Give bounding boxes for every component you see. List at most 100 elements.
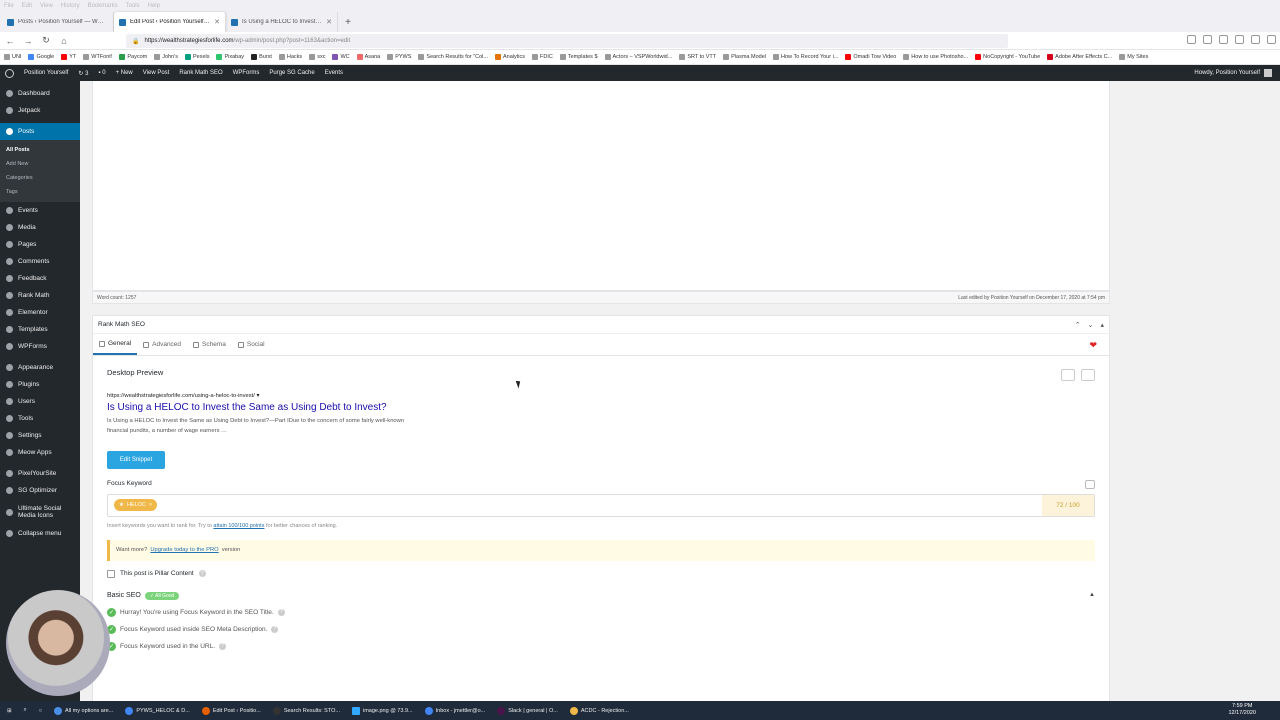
post-editor-area[interactable] [92,81,1110,291]
remove-keyword-icon[interactable]: × [149,502,152,508]
help-icon[interactable]: ? [198,570,206,578]
system-clock[interactable]: 7:59 PM 12/17/2020 [1228,703,1256,717]
sidebar-item-tools[interactable]: Tools [0,410,80,427]
tab-edit-post[interactable]: Edit Post ‹ Position Yourself… ✕ [114,12,226,32]
events-link[interactable]: Events [325,70,343,76]
wordpress-logo-icon[interactable] [5,68,14,78]
bookmark-item[interactable]: Burst [251,54,272,60]
bookmark-item[interactable]: WC [332,54,350,60]
sidebar-item-sg-optimizer[interactable]: SG Optimizer [0,482,80,499]
sidebar-item-elementor[interactable]: Elementor [0,304,80,321]
bookmark-item[interactable]: Pexels [184,54,209,60]
taskbar-item[interactable]: Search Results: STO... [270,703,343,718]
menu-edit[interactable]: Edit [22,3,32,9]
tab-posts[interactable]: Posts ‹ Position Yourself — W… [2,12,114,32]
url-bar[interactable]: 🔒 https://wealthstrategiesforlife.com/wp… [126,34,1008,48]
bookmark-item[interactable]: Hacks [278,54,302,60]
menu-tools[interactable]: Tools [126,3,140,9]
bookmark-item[interactable]: SRT to VTT [679,54,716,60]
rank-math-link[interactable]: Rank Math SEO [179,70,222,76]
sidebar-icon[interactable] [1203,35,1212,44]
menu-icon[interactable] [1267,35,1276,44]
sidebar-item-settings[interactable]: Settings [0,427,80,444]
toggle-panel-icon[interactable]: ▴ [1100,321,1104,329]
search-icon[interactable]: ⌕ [21,703,30,718]
bookmark-item[interactable]: Omadi Tow Video [845,54,896,60]
trends-icon[interactable] [1085,479,1095,489]
bookmark-item[interactable]: Paycom [119,54,147,60]
close-tab-icon[interactable]: ✕ [326,18,332,26]
bookmark-item[interactable]: My Sites [1119,54,1148,60]
menu-view[interactable]: View [40,3,53,9]
focus-keyword-input[interactable]: ★ HELOC × 72 / 100 [107,493,1095,517]
taskbar-item[interactable]: All my options are... [51,703,116,718]
bookmark-item[interactable]: Adobe After Effects C... [1047,54,1112,60]
sidebar-item-posts[interactable]: Posts [0,123,80,140]
attain-points-link[interactable]: attain 100/100 points [213,523,264,529]
submenu-tags[interactable]: Tags [0,185,80,199]
task-view-icon[interactable]: ○ [36,703,45,718]
purge-cache-link[interactable]: Purge SG Cache [269,70,314,76]
bookmark-item[interactable]: How to use Photosho... [903,54,968,60]
taskbar-item[interactable]: Inbox - jmettler@o... [422,703,489,718]
menu-file[interactable]: File [4,3,14,9]
bookmark-item[interactable]: Pixabay [216,54,244,60]
tab-schema[interactable]: Schema [187,334,232,355]
desktop-icon[interactable] [1061,369,1075,381]
keyword-tag[interactable]: ★ HELOC × [114,499,158,512]
tab-advanced[interactable]: Advanced [137,334,187,355]
home-icon[interactable]: ⌂ [58,35,70,47]
sidebar-item-plugins[interactable]: Plugins [0,376,80,393]
sidebar-item-social-icons[interactable]: Ultimate Social Media Icons [0,499,80,525]
tab-social[interactable]: Social [232,334,271,355]
sidebar-item-pages[interactable]: Pages [0,236,80,253]
menu-history[interactable]: History [61,3,80,9]
tab-heloc-article[interactable]: Is Using a HELOC to Invest the… ✕ [226,12,338,32]
sidebar-item-rank-math[interactable]: Rank Math [0,287,80,304]
sidebar-item-dashboard[interactable]: Dashboard [0,85,80,102]
collapse-icon[interactable]: ▲ [1089,592,1095,598]
bookmark-item[interactable]: How To Record Your i... [773,54,838,60]
sidebar-item-appearance[interactable]: Appearance [0,359,80,376]
sidebar-item-wpforms[interactable]: WPForms [0,338,80,355]
menu-help[interactable]: Help [148,3,160,9]
bookmark-item[interactable]: Asana [356,54,380,60]
library-icon[interactable] [1187,35,1196,44]
comments-link[interactable]: ▪ 0 [98,70,105,76]
help-icon[interactable]: ? [277,608,285,616]
taskbar-item[interactable]: Slack | general | O... [494,703,561,718]
upgrade-link[interactable]: Upgrade today to the PRO [150,547,218,553]
bookmark-item[interactable]: Plasma Model [723,54,766,60]
taskbar-item[interactable]: PYWS_HELOC & D... [122,703,193,718]
wpforms-link[interactable]: WPForms [233,70,260,76]
account-menu[interactable]: Howdy, Position Yourself [1194,69,1272,77]
bookmark-item[interactable]: NoCopyright - YouTube [975,54,1040,60]
bookmark-item[interactable]: Analytics [494,54,525,60]
submenu-categories[interactable]: Categories [0,171,80,185]
bookmark-item[interactable]: WTFont! [83,54,112,60]
basic-seo-section-header[interactable]: Basic SEO ✓ All Good ▲ [107,591,1095,600]
sidebar-item-feedback[interactable]: Feedback [0,270,80,287]
move-down-icon[interactable]: ⌄ [1088,321,1094,329]
submenu-add-new[interactable]: Add New [0,157,80,171]
new-content-link[interactable]: + New [116,70,133,76]
sidebar-item-comments[interactable]: Comments [0,253,80,270]
tab-general[interactable]: General [93,334,138,355]
heart-icon[interactable]: ❤ [1089,340,1097,351]
sidebar-item-jetpack[interactable]: Jetpack [0,102,80,119]
sidebar-item-pixelyoursite[interactable]: PixelYourSite [0,465,80,482]
collapse-menu-button[interactable]: Collapse menu [0,525,80,542]
bookmark-item[interactable]: UNI [4,54,21,60]
extension-icon[interactable] [1219,35,1228,44]
mobile-icon[interactable] [1081,369,1095,381]
bookmark-item[interactable]: Actors – VSPWorldwid... [604,54,672,60]
taskbar-item[interactable]: Edit Post ‹ Positio... [199,703,264,718]
help-icon[interactable]: ? [219,642,227,650]
edit-snippet-button[interactable]: Edit Snippet [107,450,165,469]
bookmark-item[interactable]: YT [61,54,76,60]
site-name-link[interactable]: Position Yourself [24,70,68,76]
back-icon[interactable]: ← [4,35,16,47]
menu-bookmarks[interactable]: Bookmarks [88,3,118,9]
sidebar-item-meow-apps[interactable]: Meow Apps [0,444,80,461]
new-tab-button[interactable]: + [338,12,358,32]
